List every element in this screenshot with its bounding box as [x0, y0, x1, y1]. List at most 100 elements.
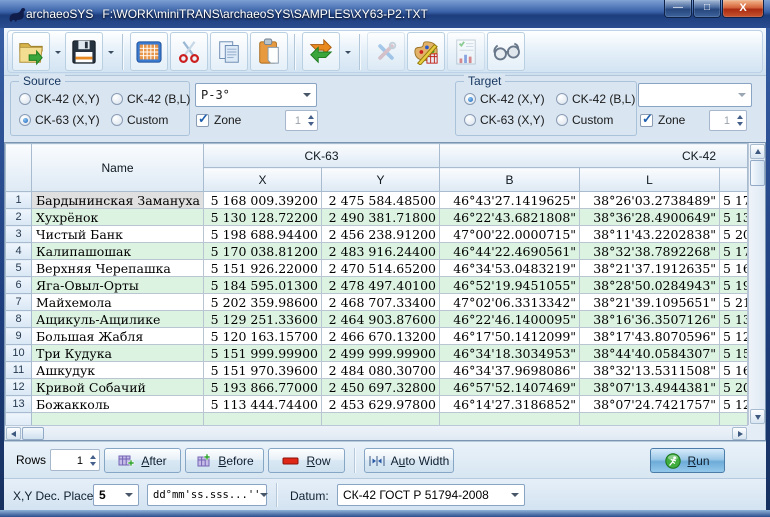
cell-name[interactable]: Калипашошак — [32, 243, 204, 260]
paste-button[interactable] — [250, 32, 288, 71]
cell-b[interactable]: 46°43'27.1419625" — [440, 192, 580, 209]
cell-b[interactable]: 46°22'43.6821808" — [440, 209, 580, 226]
cell-y[interactable]: 2 468 707.33400 — [322, 294, 440, 311]
cell-extra[interactable]: 5 138 — [720, 209, 748, 226]
view-button[interactable] — [487, 32, 525, 71]
cell-name[interactable]: Чистый Банк — [32, 226, 204, 243]
cell-y[interactable]: 2 499 999.99900 — [322, 345, 440, 362]
cell-x[interactable]: 5 151 970.39600 — [204, 362, 322, 379]
cell-b[interactable]: 46°34'18.3034953" — [440, 345, 580, 362]
column-header-x[interactable]: X — [204, 168, 322, 192]
source-radio-ck63-xy[interactable]: CK-63 (X,Y) — [19, 113, 111, 127]
auto-width-button[interactable]: Auto Width — [364, 448, 454, 473]
cell-extra[interactable]: 5 193 — [720, 277, 748, 294]
name-column-header[interactable]: Name — [32, 144, 204, 192]
cell-b[interactable]: 46°14'27.3186852" — [440, 396, 580, 413]
cell-l[interactable]: 38°11'43.2202838" — [580, 226, 720, 243]
vertical-scrollbar[interactable] — [748, 143, 765, 425]
cell-l[interactable]: 38°28'50.0284943" — [580, 277, 720, 294]
open-dropdown[interactable] — [51, 32, 64, 71]
cell-l[interactable]: 38°26'03.2738489" — [580, 192, 720, 209]
copy-button[interactable] — [210, 32, 248, 71]
title-bar[interactable]: archaeoSYS F:\WORK\miniTRANS\archaeoSYS\… — [0, 0, 770, 28]
row-number[interactable]: 11 — [6, 362, 32, 379]
row-number[interactable]: 13 — [6, 396, 32, 413]
cell-name[interactable]: Три Кудука — [32, 345, 204, 362]
palette-button[interactable] — [407, 32, 445, 71]
target-zone-spinner[interactable]: 1 — [709, 110, 747, 131]
transform-dropdown[interactable] — [341, 32, 354, 71]
cell-l[interactable]: 38°32'13.5311508" — [580, 362, 720, 379]
cell-name[interactable]: Божакколь — [32, 396, 204, 413]
datum-combobox[interactable]: СК-42 ГОСТ Р 51794-2008 — [337, 484, 525, 506]
cell-x[interactable]: 5 130 128.72200 — [204, 209, 322, 226]
source-radio-ck42-bl[interactable]: CK-42 (B,L) — [111, 92, 190, 106]
cell-y[interactable]: 2 466 670.13200 — [322, 328, 440, 345]
cell-name[interactable]: Ащикуль-Ащилике — [32, 311, 204, 328]
cell-x[interactable]: 5 151 999.99900 — [204, 345, 322, 362]
target-radio-ck42-xy[interactable]: CK-42 (X,Y) — [464, 92, 556, 106]
cell-l[interactable]: 38°17'43.8070596" — [580, 328, 720, 345]
column-header-l[interactable]: L — [580, 168, 720, 192]
cell-y[interactable]: 2 490 381.71800 — [322, 209, 440, 226]
row-number[interactable]: 10 — [6, 345, 32, 362]
cell-l[interactable]: 38°32'38.7892268" — [580, 243, 720, 260]
save-dropdown[interactable] — [104, 32, 117, 71]
cell-x[interactable]: 5 113 444.74400 — [204, 396, 322, 413]
close-button[interactable]: X — [722, 0, 764, 18]
cell-x[interactable]: 5 198 688.94400 — [204, 226, 322, 243]
column-header-extra[interactable] — [720, 168, 748, 192]
row-number[interactable]: 5 — [6, 260, 32, 277]
cell-extra[interactable]: 5 211 — [720, 294, 748, 311]
cell-l[interactable]: 38°36'28.4900649" — [580, 209, 720, 226]
cell-l[interactable]: 38°07'13.4944381" — [580, 379, 720, 396]
open-button[interactable] — [12, 32, 50, 71]
cell-b[interactable]: 46°22'46.1400095" — [440, 311, 580, 328]
target-radio-ck42-bl[interactable]: CK-42 (B,L) — [556, 92, 635, 106]
rows-spinner[interactable]: 1 — [50, 449, 100, 471]
spinner-arrows[interactable] — [733, 111, 746, 130]
dec-places-combobox[interactable]: 5 — [93, 484, 139, 506]
scroll-down-button[interactable] — [750, 409, 765, 424]
scroll-right-button[interactable] — [732, 427, 747, 440]
horizontal-scroll-thumb[interactable] — [22, 427, 44, 440]
column-header-y[interactable]: Y — [322, 168, 440, 192]
vertical-scroll-thumb[interactable] — [750, 160, 765, 186]
cell-extra[interactable]: 5 161 — [720, 260, 748, 277]
target-radio-ck63-xy[interactable]: CK-63 (X,Y) — [464, 113, 556, 127]
source-radio-custom[interactable]: Custom — [111, 113, 190, 127]
cell-name[interactable]: Ашкудук — [32, 362, 204, 379]
cell-l[interactable]: 38°07'24.7421757" — [580, 396, 720, 413]
cell-x[interactable]: 5 120 163.15700 — [204, 328, 322, 345]
cell-extra[interactable]: 5 123 — [720, 396, 748, 413]
cell-b[interactable]: 47°02'06.3313342" — [440, 294, 580, 311]
row-number[interactable]: 6 — [6, 277, 32, 294]
cell-y[interactable]: 2 470 514.65200 — [322, 260, 440, 277]
cell-y[interactable]: 2 464 903.87600 — [322, 311, 440, 328]
cell-b[interactable]: 47°00'22.0000715" — [440, 226, 580, 243]
cell-x[interactable]: 5 129 251.33600 — [204, 311, 322, 328]
cell-extra[interactable]: 5 178 — [720, 243, 748, 260]
cell-x[interactable]: 5 151 926.22000 — [204, 260, 322, 277]
cell-extra[interactable]: 5 160 — [720, 362, 748, 379]
angle-format-combobox[interactable]: dd°mm'ss.sss...'' — [147, 484, 267, 506]
save-button[interactable] — [65, 32, 103, 71]
target-zone-checkbox[interactable]: ✓ Zone — [640, 113, 685, 127]
tools-button[interactable] — [367, 32, 405, 71]
cell-x[interactable]: 5 202 359.98600 — [204, 294, 322, 311]
row-number[interactable]: 12 — [6, 379, 32, 396]
cell-b[interactable]: 46°17'50.1412099" — [440, 328, 580, 345]
cell-y[interactable]: 2 475 584.48500 — [322, 192, 440, 209]
cell-y[interactable]: 2 456 238.91200 — [322, 226, 440, 243]
cell-name[interactable]: Майхемола — [32, 294, 204, 311]
cell-l[interactable]: 38°21'37.1912635" — [580, 260, 720, 277]
scroll-left-button[interactable] — [6, 427, 21, 440]
cell-x[interactable]: 5 170 038.81200 — [204, 243, 322, 260]
cell-name[interactable]: Верхняя Черепашка — [32, 260, 204, 277]
row-number[interactable]: 3 — [6, 226, 32, 243]
source-projection-combobox[interactable]: P-3° — [195, 83, 317, 107]
source-radio-ck42-xy[interactable]: CK-42 (X,Y) — [19, 92, 111, 106]
cell-x[interactable]: 5 184 595.01300 — [204, 277, 322, 294]
report-button[interactable] — [447, 32, 485, 71]
cell-extra[interactable]: 5 159 — [720, 345, 748, 362]
